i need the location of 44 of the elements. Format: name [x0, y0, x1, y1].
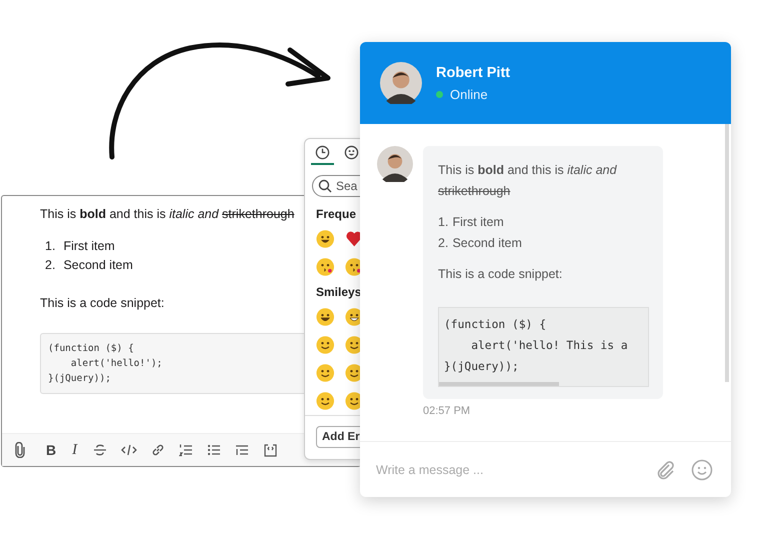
code-icon[interactable]: [121, 444, 138, 456]
emoji-icon[interactable]: [316, 257, 334, 277]
emoji-icon[interactable]: [316, 335, 334, 355]
list-number: 1.: [438, 214, 448, 231]
list-number: 1.: [45, 238, 56, 254]
search-icon: [318, 179, 332, 193]
indent-list-icon[interactable]: [235, 443, 250, 457]
list-item: Second item: [63, 257, 133, 273]
numbered-list-icon[interactable]: [179, 443, 194, 457]
snippet-label: This is a code snippet:: [438, 266, 564, 283]
list-item: Second item: [452, 235, 522, 252]
bold-button[interactable]: B: [46, 442, 56, 458]
search-field[interactable]: Sea: [312, 175, 363, 197]
scrollbar[interactable]: [725, 124, 729, 382]
code-block: (function ($) { alert('hello! This is a }(jQuery));: [438, 307, 649, 387]
list-item: First item: [452, 214, 504, 231]
emoji-icon[interactable]: [316, 363, 334, 383]
add-emoji-button[interactable]: Add Er: [316, 426, 363, 448]
link-icon[interactable]: [151, 443, 166, 457]
emoji-icon[interactable]: [316, 391, 334, 411]
timestamp: 02:57 PM: [423, 405, 472, 417]
scrollbar[interactable]: [439, 382, 559, 386]
heart-icon[interactable]: [344, 229, 363, 249]
contact-name: Robert Pitt: [436, 64, 510, 80]
status-label: Online: [450, 86, 488, 102]
paperclip-icon[interactable]: [14, 442, 26, 458]
emoji-icon[interactable]: [316, 307, 334, 327]
list-number: 2.: [438, 235, 448, 252]
section-heading: Freque: [316, 207, 358, 221]
bullet-list-icon[interactable]: [207, 443, 222, 457]
italic-button[interactable]: I: [72, 442, 78, 458]
snippet-label: This is a code snippet:: [40, 295, 164, 311]
list-item: First item: [63, 238, 115, 254]
avatar: [380, 62, 422, 104]
recent-tab[interactable]: [311, 143, 334, 165]
emoji-icon[interactable]: [316, 229, 334, 249]
code-block-icon[interactable]: [263, 442, 278, 458]
strikethrough-icon[interactable]: [93, 443, 108, 457]
formatted-sentence: This is bold and this is italic and strikethrough: [40, 206, 294, 222]
formatted-sentence: This is bold and this is italic and strikethrough: [438, 162, 618, 200]
paperclip-icon[interactable]: [655, 458, 677, 480]
avatar: [377, 146, 413, 182]
list-number: 2.: [45, 257, 56, 273]
section-heading: Smileys: [316, 285, 362, 299]
